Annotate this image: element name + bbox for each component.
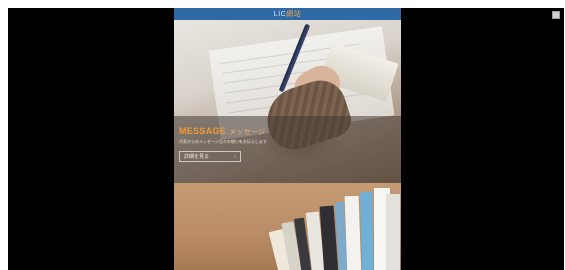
message-title: MESSAGE (179, 126, 227, 136)
viewer-backdrop: LIC網站 MESSAGE メッセージ 代表からのメッセージ日々の想いをお伝えしま… (8, 8, 564, 270)
view-details-button[interactable]: 詳細を見る › (179, 151, 241, 162)
message-title-jp: メッセージ (229, 129, 266, 136)
message-heading: MESSAGE メッセージ (179, 126, 265, 137)
books-image (174, 183, 401, 270)
book-decor (344, 195, 362, 270)
view-details-label: 詳細を見る (184, 154, 210, 160)
logo-text-secondary: 網站 (286, 10, 302, 18)
message-subtitle: 代表からのメッセージ日々の想いをお伝えします (179, 139, 267, 144)
site-header: LIC網站 (174, 8, 401, 20)
book-decor (386, 194, 400, 270)
logo-text-primary: LIC (273, 10, 287, 18)
mobile-page: LIC網站 MESSAGE メッセージ 代表からのメッセージ日々の想いをお伝えしま… (174, 8, 401, 270)
chevron-right-icon: › (234, 153, 236, 160)
expand-icon[interactable] (552, 11, 560, 19)
book-decor (360, 191, 374, 270)
site-logo[interactable]: LIC網站 (274, 11, 301, 18)
